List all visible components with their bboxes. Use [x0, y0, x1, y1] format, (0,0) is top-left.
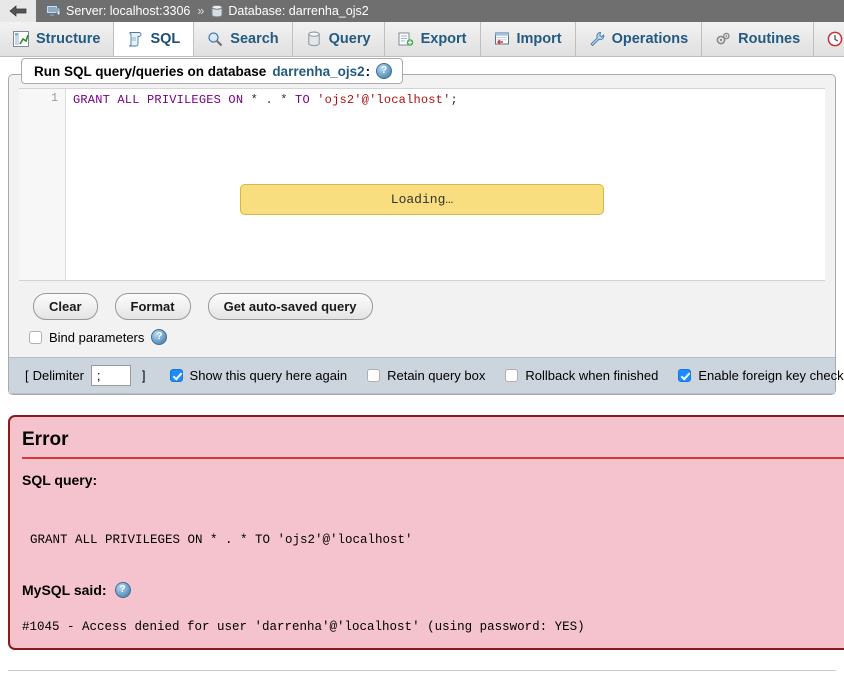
option-show-query-again[interactable]: Show this query here again — [169, 368, 348, 383]
legend-prefix: Run SQL query/queries on database — [34, 63, 267, 79]
sql-token-punct: ; — [450, 93, 458, 107]
wrench-icon — [589, 32, 604, 47]
editor-gutter: 1 — [19, 89, 66, 280]
tab-search[interactable]: Search — [194, 22, 293, 56]
tab-operations-label: Operations — [611, 31, 689, 47]
loading-indicator: Loading… — [240, 184, 604, 215]
back-arrow-icon — [9, 5, 27, 17]
delimiter-open-bracket: [ — [25, 368, 29, 383]
bind-parameters-label: Bind parameters — [49, 329, 145, 345]
tab-export-label: Export — [420, 31, 467, 47]
help-question-icon[interactable]: ? — [151, 329, 168, 345]
tab-import[interactable]: Import — [480, 22, 576, 56]
option-enable-foreign-key-checks[interactable]: Enable foreign key checks — [678, 368, 844, 383]
error-sql-query-label: SQL query: — [22, 472, 98, 488]
format-button[interactable]: Format — [114, 293, 191, 320]
delimiter-close-bracket: ] — [141, 368, 146, 383]
enable-foreign-key-checks-checkbox[interactable] — [678, 369, 692, 382]
tab-query[interactable]: Query — [292, 22, 385, 56]
tab-query-label: Query — [328, 31, 371, 47]
database-breadcrumb-label[interactable]: Database: darrenha_ojs2 — [228, 0, 368, 22]
export-arrow-icon — [398, 32, 413, 46]
bind-parameters-row: Bind parameters ? — [9, 320, 835, 357]
tab-search-label: Search — [230, 31, 279, 47]
legend-suffix: : — [365, 63, 371, 79]
import-arrow-icon — [494, 32, 509, 45]
option-retain-query-box[interactable]: Retain query box — [367, 368, 485, 383]
sql-token-keyword-2: TO — [295, 93, 310, 107]
query-cylinder-icon — [307, 31, 320, 47]
error-sql-query-text: GRANT ALL PRIVILEGES ON * . * TO 'ojs2'@… — [30, 533, 413, 547]
bottom-divider — [8, 670, 836, 671]
sql-token-string: 'ojs2'@'localhost' — [309, 93, 451, 107]
bind-parameters-checkbox[interactable] — [29, 330, 42, 344]
database-cylinder-icon — [211, 4, 223, 17]
back-button[interactable] — [0, 0, 36, 22]
rollback-when-finished-label: Rollback when finished — [525, 368, 659, 383]
get-auto-saved-query-button[interactable]: Get auto-saved query — [207, 293, 373, 320]
sql-editor[interactable]: 1 GRANT ALL PRIVILEGES ON * . * TO 'ojs2… — [19, 88, 825, 281]
enable-foreign-key-checks-label: Enable foreign key checks — [698, 368, 844, 383]
editor-line-number: 1 — [51, 92, 58, 105]
option-rollback-when-finished[interactable]: Rollback when finished — [505, 368, 658, 383]
breadcrumb-separator: » — [197, 4, 205, 18]
tab-routines[interactable]: Routines — [702, 22, 815, 56]
error-panel: Error SQL query: GRANT ALL PRIVILEGES ON… — [8, 415, 844, 650]
main-tab-bar: Structure SQL Search Query Export Import… — [0, 22, 844, 57]
tab-operations[interactable]: Operations — [575, 22, 703, 56]
legend-database-name: darrenha_ojs2 — [272, 63, 365, 79]
help-question-icon[interactable]: ? — [376, 63, 393, 79]
query-action-buttons: Clear Format Get auto-saved query — [9, 281, 835, 320]
tab-structure[interactable]: Structure — [0, 22, 115, 56]
page-content: Run SQL query/queries on database darren… — [0, 58, 844, 671]
structure-chart-icon — [13, 31, 29, 47]
sql-scroll-icon — [129, 32, 142, 47]
tab-events[interactable]: Events — [814, 22, 844, 56]
tab-export[interactable]: Export — [384, 22, 481, 56]
sql-token-operator: * . * — [243, 93, 296, 107]
delimiter-label: Delimiter — [32, 368, 84, 383]
sql-token-keyword-1: GRANT ALL PRIVILEGES ON — [73, 93, 244, 107]
retain-query-box-checkbox[interactable] — [367, 369, 381, 382]
rollback-when-finished-checkbox[interactable] — [505, 369, 519, 382]
gears-icon — [716, 32, 730, 45]
retain-query-box-label: Retain query box — [387, 368, 486, 383]
sql-query-panel-legend: Run SQL query/queries on database darren… — [21, 58, 404, 84]
delimiter-input[interactable] — [90, 365, 131, 386]
error-mysql-said-label: MySQL said: — [22, 582, 107, 598]
show-query-again-label: Show this query here again — [189, 368, 348, 383]
server-monitor-icon — [46, 4, 61, 16]
breadcrumb-bar: Server: localhost:3306 » Database: darre… — [0, 0, 844, 22]
sql-query-panel: Run SQL query/queries on database darren… — [8, 58, 844, 395]
tab-sql-label: SQL — [150, 31, 181, 47]
error-message: #1045 - Access denied for user 'darrenha… — [22, 620, 585, 634]
tab-import-label: Import — [516, 31, 562, 47]
tab-sql[interactable]: SQL — [114, 22, 195, 56]
show-query-again-checkbox[interactable] — [169, 369, 183, 382]
help-question-icon[interactable]: ? — [114, 582, 131, 598]
tab-routines-label: Routines — [738, 31, 801, 47]
error-mysql-said-row: MySQL said: ? — [22, 569, 844, 598]
breadcrumb: Server: localhost:3306 » Database: darre… — [36, 0, 369, 22]
clear-button[interactable]: Clear — [33, 293, 98, 320]
delimiter-options-bar: [ Delimiter ] Show this query here again… — [9, 357, 844, 394]
error-title: Error — [22, 429, 844, 459]
tab-structure-label: Structure — [36, 31, 101, 47]
magnifier-icon — [208, 32, 223, 47]
clock-icon — [827, 31, 843, 47]
server-breadcrumb-label[interactable]: Server: localhost:3306 — [66, 0, 190, 22]
